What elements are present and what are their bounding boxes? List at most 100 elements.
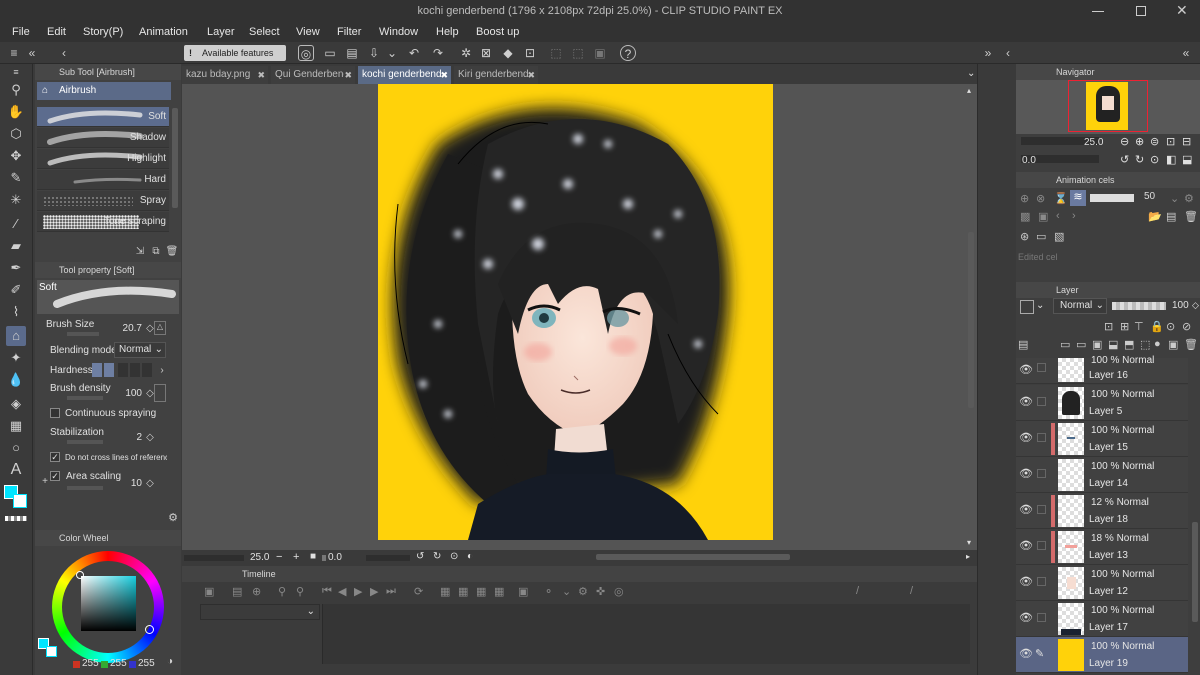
apply-mask-icon[interactable]: ▣ [1168,338,1178,351]
menu-select[interactable]: Select [249,22,280,42]
layer-row-14[interactable]: 👁 100 % Normal Layer 14 [1016,457,1188,493]
rotate-right-icon[interactable]: ↻ [433,551,441,562]
area-scaling-value[interactable]: 10 [126,478,142,489]
save-icon[interactable]: ⇩ [366,45,382,61]
blending-mode-select[interactable]: Normal ⌄ [114,342,166,358]
transfer-down-icon[interactable]: ⬓ [1108,338,1118,351]
eye-icon[interactable]: 👁 [1019,467,1033,480]
rotation-slider[interactable] [322,555,326,561]
sub-tool-scrollbar[interactable] [172,108,178,208]
close-icon[interactable]: ✖ [527,66,535,84]
eye-icon[interactable]: 👁 [1019,503,1033,516]
cel-delete-icon[interactable]: ▦ [494,585,504,598]
nav-rotate-right-icon[interactable]: ↻ [1135,153,1144,166]
lock-slot[interactable] [1037,397,1046,406]
eye-icon[interactable]: 👁 [1019,647,1033,660]
show-selection-icon[interactable]: ▣ [592,45,608,61]
combine-layer-icon[interactable]: ⬒ [1124,338,1134,351]
hardness-chevron-icon[interactable]: › [154,363,170,379]
timeline-zoom-out-icon[interactable]: ⚲ [296,585,304,598]
navigator-viewport-frame[interactable] [1068,80,1148,132]
timeline-new-icon[interactable]: ▣ [204,585,214,598]
clip-studio-icon[interactable]: ◎ [298,45,314,61]
ruler-show-icon[interactable]: ⊘ [1182,320,1191,333]
nav-rotate-left-icon[interactable]: ↺ [1120,153,1129,166]
cel-opacity-slider[interactable] [1090,194,1134,202]
eye-icon[interactable]: 👁 [1019,431,1033,444]
blue-value[interactable]: 255 [138,658,155,669]
canvas-vertical-scrollbar[interactable] [968,232,974,408]
navigator-preview[interactable] [1016,80,1200,134]
rotation-track[interactable] [366,555,410,561]
menu-file[interactable]: File [12,22,30,42]
panel-menu-icon[interactable]: « [1178,45,1194,61]
brush-density-value[interactable]: 100 [118,388,142,399]
new-cel-icon[interactable]: ▦ [440,585,450,598]
close-icon[interactable]: ✖ [344,66,352,84]
onion-settings-icon[interactable]: ⚙ [578,585,588,598]
layer-row-15[interactable]: 👁 100 % Normal Layer 15 [1016,421,1188,457]
open-file-icon[interactable]: ▤ [344,45,360,61]
brush-shadow[interactable]: Shadow [37,128,169,148]
undo-icon[interactable]: ↶ [406,45,422,61]
onion-prev-icon[interactable]: ⊕ [1020,192,1029,205]
hardness-level-2[interactable] [104,363,114,377]
fill-icon[interactable]: ◆ [500,45,516,61]
drawing-canvas[interactable] [378,84,773,540]
figure-tool-icon[interactable]: ○ [6,438,26,458]
tab-qui-genderbend[interactable]: Qui Genderbend ✖ [271,66,355,84]
ref-layer-icon[interactable]: ⊞ [1120,320,1129,333]
tool-settings-icon[interactable]: ⚙ [165,510,181,526]
menu-help[interactable]: Help [436,22,459,42]
onion-skin-icon[interactable]: ⌄ [562,585,571,598]
prev-cel-icon[interactable]: ‹ [1056,210,1060,222]
text-tool-icon[interactable]: A [6,460,26,480]
next-frame-icon[interactable]: ▶ [370,585,378,598]
eye-icon[interactable]: 👁 [1019,575,1033,588]
cel-color-icon[interactable]: ⌄ [1170,192,1179,205]
cel-copy-icon[interactable]: ▦ [476,585,486,598]
mask-icon[interactable]: ⬚ [1140,338,1150,351]
next-cel-icon[interactable]: › [1072,210,1076,222]
stabilization-stepper-icon[interactable]: ◇ [142,430,158,446]
color-mode-icon[interactable]: ◑ [162,654,178,670]
eye-icon[interactable]: 👁 [1019,395,1033,408]
brush-density-slider[interactable] [67,396,103,400]
layer-color-button[interactable] [1020,300,1034,314]
layer-scrollbar[interactable] [1192,522,1198,622]
area-scaling-stepper-icon[interactable]: ◇ [142,476,158,492]
cel-tool-3-icon[interactable]: ▧ [1054,230,1064,243]
lock-slot[interactable] [1037,505,1046,514]
horizontal-scrollbar[interactable] [596,554,790,560]
sv-marker[interactable] [76,571,84,579]
clip-layer-icon[interactable]: ⊡ [1104,320,1113,333]
menu-animation[interactable]: Animation [139,22,188,42]
delete-subtool-icon[interactable]: 🗑 [164,244,180,260]
lock-slot[interactable] [1037,577,1046,586]
layer-opacity-value[interactable]: 100 [1172,300,1189,311]
menu-view[interactable]: View [296,22,320,42]
lock-slot[interactable] [1037,433,1046,442]
fill-tool-icon[interactable]: ◈ [6,394,26,414]
timeline-zoom-in-icon[interactable]: ⚲ [278,585,286,598]
nav-rotation-value[interactable]: 0.0 [1022,155,1036,166]
zoom-out-icon[interactable]: − [276,551,282,563]
brush-soft[interactable]: Soft [37,107,169,127]
lock-transparency-icon[interactable]: ⊤ [1134,320,1144,333]
nav-fit-icon[interactable]: ⊡ [1166,135,1175,148]
scroll-down-icon[interactable]: ▾ [967,538,971,547]
stabilization-value[interactable]: 2 [126,432,142,443]
hardness-level-5[interactable] [142,363,152,377]
layer-row-17[interactable]: 👁 100 % Normal Layer 17 [1016,601,1188,637]
chevron-left-icon-2[interactable]: ‹ [1000,45,1016,61]
eye-icon[interactable]: 👁 [1019,539,1033,552]
keyframe-icon[interactable]: ▣ [518,585,528,598]
blend-tool-icon[interactable]: 💧 [6,370,26,390]
saturation-value-square[interactable] [81,576,136,631]
delete-layer-icon[interactable]: 🗑 [1184,338,1198,351]
close-icon[interactable]: ✖ [257,66,265,84]
zoom-in-icon[interactable]: + [293,551,299,563]
paste-cel-icon[interactable]: ▣ [1038,210,1048,223]
stabilization-slider[interactable] [67,440,103,444]
copy-subtool-icon[interactable]: ⧉ [148,244,164,260]
